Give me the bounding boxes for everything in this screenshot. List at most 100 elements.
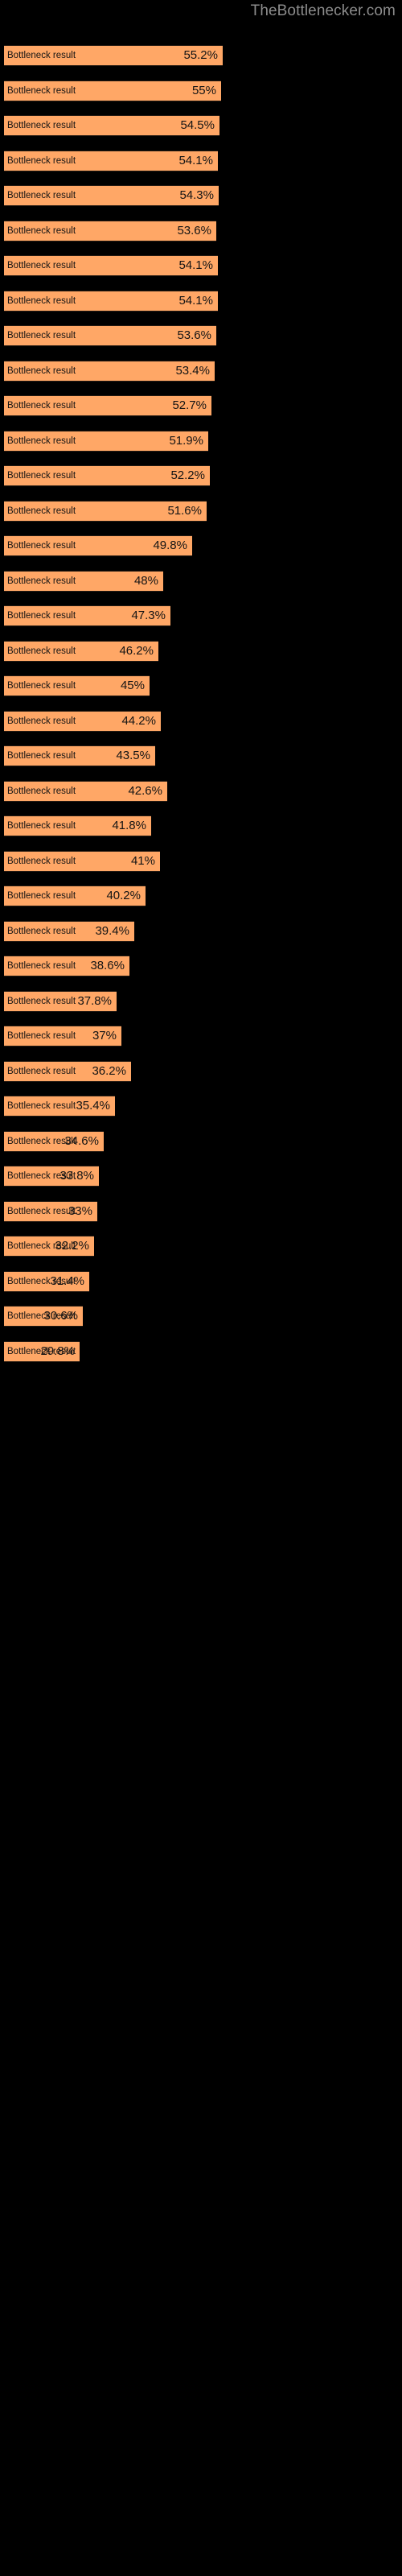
bottleneck-result-bar[interactable]: Bottleneck result 41% [4, 851, 160, 872]
bar-row[interactable]: Bottleneck result 33% [0, 1201, 402, 1222]
bottleneck-result-bar[interactable]: Bottleneck result 39.4% [4, 921, 134, 942]
bar-label: Bottleneck result [7, 716, 76, 726]
bottleneck-result-bar[interactable]: Bottleneck result 54.1% [4, 151, 218, 171]
bar-value: 35.4% [76, 1099, 110, 1113]
bottleneck-result-bar[interactable]: Bottleneck result 54.3% [4, 185, 219, 206]
bottleneck-result-bar[interactable]: Bottleneck result 54.1% [4, 291, 218, 312]
bar-row[interactable]: Bottleneck result 51.6% [0, 501, 402, 522]
bar-value: 34.6% [64, 1134, 99, 1148]
bar-row[interactable]: Bottleneck result 47.3% [0, 605, 402, 626]
bottleneck-result-bar[interactable]: Bottleneck result 51.6% [4, 501, 207, 522]
bar-value: 32.2% [55, 1239, 89, 1253]
bar-value: 47.3% [131, 609, 166, 622]
bottleneck-result-bar[interactable]: Bottleneck result 29.8% [4, 1341, 80, 1362]
bottleneck-result-bar[interactable]: Bottleneck result 53.4% [4, 361, 215, 382]
bottleneck-result-bar[interactable]: Bottleneck result 55.2% [4, 45, 223, 66]
bottleneck-result-bar[interactable]: Bottleneck result 38.6% [4, 956, 129, 976]
bar-row[interactable]: Bottleneck result 33.8% [0, 1166, 402, 1187]
bar-row[interactable]: Bottleneck result 55% [0, 80, 402, 101]
bar-row[interactable]: Bottleneck result 52.7% [0, 395, 402, 416]
bar-label: Bottleneck result [7, 226, 76, 236]
bar-row[interactable]: Bottleneck result 52.2% [0, 465, 402, 486]
bottleneck-result-bar[interactable]: Bottleneck result 36.2% [4, 1061, 131, 1082]
bar-value: 33.8% [59, 1169, 94, 1183]
bar-row[interactable]: Bottleneck result 54.3% [0, 185, 402, 206]
bottleneck-result-bar[interactable]: Bottleneck result 51.9% [4, 431, 208, 452]
bar-row[interactable]: Bottleneck result 54.1% [0, 255, 402, 276]
bar-row[interactable]: Bottleneck result 30.6% [0, 1306, 402, 1327]
bottleneck-result-bar[interactable]: Bottleneck result 55% [4, 80, 221, 101]
bar-row[interactable]: Bottleneck result 37% [0, 1026, 402, 1046]
bar-row[interactable]: Bottleneck result 41.8% [0, 815, 402, 836]
bar-label: Bottleneck result [7, 751, 76, 761]
bar-row[interactable]: Bottleneck result 49.8% [0, 535, 402, 556]
bottleneck-result-bar[interactable]: Bottleneck result 48% [4, 571, 163, 592]
bar-label: Bottleneck result [7, 961, 76, 971]
bottleneck-result-bar[interactable]: Bottleneck result 37.8% [4, 991, 117, 1012]
bottleneck-result-bar[interactable]: Bottleneck result 35.4% [4, 1096, 115, 1117]
bar-row[interactable]: Bottleneck result 35.4% [0, 1096, 402, 1117]
bar-row[interactable]: Bottleneck result 44.2% [0, 711, 402, 732]
bottleneck-result-bar[interactable]: Bottleneck result 40.2% [4, 886, 146, 906]
bottleneck-result-bar[interactable]: Bottleneck result 33.8% [4, 1166, 99, 1187]
bottleneck-result-bar[interactable]: Bottleneck result 46.2% [4, 641, 158, 662]
bottleneck-result-bar[interactable]: Bottleneck result 32.2% [4, 1236, 94, 1257]
bar-row[interactable]: Bottleneck result 31.4% [0, 1271, 402, 1292]
bar-value: 44.2% [121, 714, 156, 728]
bar-value: 54.1% [178, 258, 213, 272]
bottleneck-result-bar[interactable]: Bottleneck result 47.3% [4, 605, 170, 626]
bar-value: 54.1% [178, 294, 213, 308]
bar-row[interactable]: Bottleneck result 53.4% [0, 361, 402, 382]
bottleneck-result-bar[interactable]: Bottleneck result 49.8% [4, 535, 192, 556]
bar-row[interactable]: Bottleneck result 40.2% [0, 886, 402, 906]
bottleneck-result-bar[interactable]: Bottleneck result 52.7% [4, 395, 211, 416]
bar-value: 55% [191, 84, 216, 97]
bar-row[interactable]: Bottleneck result 41% [0, 851, 402, 872]
bottleneck-result-bar[interactable]: Bottleneck result 54.5% [4, 115, 219, 136]
bar-row[interactable]: Bottleneck result 48% [0, 571, 402, 592]
bottleneck-bar-chart: Bottleneck result 55.2% Bottleneck result 5… [0, 0, 402, 2576]
bar-row[interactable]: Bottleneck result 54.5% [0, 115, 402, 136]
bottleneck-result-bar[interactable]: Bottleneck result 44.2% [4, 711, 161, 732]
bar-row[interactable]: Bottleneck result 43.5% [0, 745, 402, 766]
bar-label: Bottleneck result [7, 1031, 76, 1041]
bar-row[interactable]: Bottleneck result 38.6% [0, 956, 402, 976]
bar-row[interactable]: Bottleneck result 42.6% [0, 781, 402, 802]
bar-row[interactable]: Bottleneck result 36.2% [0, 1061, 402, 1082]
bar-row[interactable]: Bottleneck result 54.1% [0, 291, 402, 312]
bar-row[interactable]: Bottleneck result 32.2% [0, 1236, 402, 1257]
bottleneck-result-bar[interactable]: Bottleneck result 37% [4, 1026, 121, 1046]
bottleneck-result-bar[interactable]: Bottleneck result 31.4% [4, 1271, 89, 1292]
bar-row[interactable]: Bottleneck result 29.8% [0, 1341, 402, 1362]
bar-row[interactable]: Bottleneck result 39.4% [0, 921, 402, 942]
bottleneck-result-bar[interactable]: Bottleneck result 42.6% [4, 781, 167, 802]
bar-label: Bottleneck result [7, 51, 76, 60]
bar-value: 36.2% [92, 1064, 126, 1078]
bottleneck-result-bar[interactable]: Bottleneck result 41.8% [4, 815, 151, 836]
bar-row[interactable]: Bottleneck result 53.6% [0, 221, 402, 242]
bar-label: Bottleneck result [7, 366, 76, 376]
bottleneck-result-bar[interactable]: Bottleneck result 54.1% [4, 255, 218, 276]
bottleneck-result-bar[interactable]: Bottleneck result 43.5% [4, 745, 155, 766]
bottleneck-result-bar[interactable]: Bottleneck result 30.6% [4, 1306, 83, 1327]
bottleneck-result-bar[interactable]: Bottleneck result 45% [4, 675, 150, 696]
bottleneck-result-bar[interactable]: Bottleneck result 52.2% [4, 465, 210, 486]
bar-row[interactable]: Bottleneck result 34.6% [0, 1131, 402, 1152]
bar-label: Bottleneck result [7, 156, 76, 166]
bar-value: 51.9% [169, 434, 203, 448]
bar-value: 43.5% [116, 749, 150, 762]
bar-row[interactable]: Bottleneck result 45% [0, 675, 402, 696]
bottleneck-result-bar[interactable]: Bottleneck result 33% [4, 1201, 97, 1222]
bar-value: 41.8% [112, 819, 146, 832]
bottleneck-result-bar[interactable]: Bottleneck result 53.6% [4, 221, 216, 242]
bar-row[interactable]: Bottleneck result 53.6% [0, 325, 402, 346]
bottleneck-result-bar[interactable]: Bottleneck result 34.6% [4, 1131, 104, 1152]
bar-row[interactable]: Bottleneck result 54.1% [0, 151, 402, 171]
bar-row[interactable]: Bottleneck result 37.8% [0, 991, 402, 1012]
bar-row[interactable]: Bottleneck result 55.2% [0, 45, 402, 66]
bar-label: Bottleneck result [7, 927, 76, 936]
bar-row[interactable]: Bottleneck result 46.2% [0, 641, 402, 662]
bar-row[interactable]: Bottleneck result 51.9% [0, 431, 402, 452]
bar-value: 52.7% [172, 398, 207, 412]
bottleneck-result-bar[interactable]: Bottleneck result 53.6% [4, 325, 216, 346]
